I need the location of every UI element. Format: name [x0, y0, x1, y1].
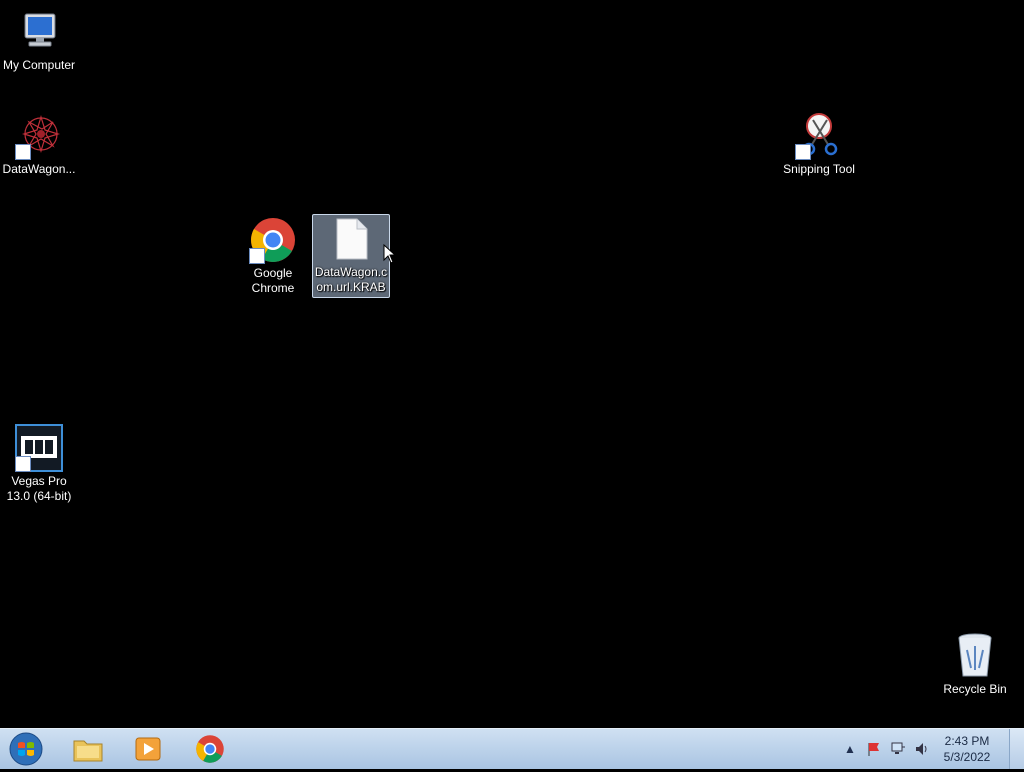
- desktop-icon-label: Snipping Tool: [783, 162, 855, 176]
- clock[interactable]: 2:43 PM 5/3/2022: [934, 733, 1000, 765]
- datawagon-icon: [15, 112, 63, 160]
- network-icon[interactable]: [889, 740, 907, 758]
- desktop-icon-label: Google Chrome: [251, 266, 295, 295]
- scissors-icon: [795, 112, 843, 160]
- desktop-icon-label: DataWagon...: [2, 162, 76, 176]
- system-tray: ▲ 2:43 PM 5/3/2022: [838, 733, 1000, 765]
- action-center-flag-icon[interactable]: [865, 740, 883, 758]
- file-icon: [327, 215, 375, 263]
- desktop-icon-datawagon-file[interactable]: DataWagon.com.url.KRAB: [312, 214, 390, 298]
- clock-time: 2:43 PM: [944, 734, 990, 748]
- desktop-icon-my-computer[interactable]: My Computer: [0, 8, 78, 73]
- media-player-icon: [135, 737, 161, 761]
- desktop-icon-vegas-pro[interactable]: Vegas Pro 13.0 (64-bit): [0, 424, 78, 504]
- shortcut-arrow-icon: [795, 144, 811, 160]
- taskbar-windows-explorer[interactable]: [58, 731, 118, 767]
- show-desktop-button[interactable]: [1009, 729, 1024, 769]
- chrome-icon: [249, 216, 297, 264]
- chrome-icon: [196, 735, 224, 763]
- start-button[interactable]: [6, 731, 46, 767]
- computer-icon: [15, 8, 63, 56]
- desktop-icon-google-chrome[interactable]: Google Chrome: [234, 216, 312, 296]
- volume-icon[interactable]: [913, 740, 931, 758]
- chevron-up-icon[interactable]: ▲: [841, 740, 859, 758]
- desktop-icon-label: DataWagon.com.url.KRAB: [314, 265, 388, 294]
- recycle-bin-icon: [951, 632, 999, 680]
- desktop-icon-recycle-bin[interactable]: Recycle Bin: [936, 632, 1014, 697]
- desktop-icon-snipping-tool[interactable]: Snipping Tool: [780, 112, 858, 177]
- mouse-cursor-icon: [383, 244, 397, 264]
- desktop: My Computer DataWagon... Snipping Tool G…: [0, 0, 1024, 728]
- shortcut-arrow-icon: [15, 456, 31, 472]
- taskbar-google-chrome[interactable]: [180, 731, 240, 767]
- shortcut-arrow-icon: [249, 248, 265, 264]
- taskbar-media-player[interactable]: [118, 731, 178, 767]
- desktop-icon-label: My Computer: [2, 58, 76, 72]
- clock-date: 5/3/2022: [943, 750, 991, 764]
- desktop-icon-datawagon[interactable]: DataWagon...: [0, 112, 78, 177]
- desktop-icon-label: Recycle Bin: [943, 682, 1007, 696]
- film-icon: [15, 424, 63, 472]
- folder-icon: [73, 740, 103, 762]
- shortcut-arrow-icon: [15, 144, 31, 160]
- taskbar: ▲ 2:43 PM 5/3/2022: [0, 728, 1024, 769]
- desktop-icon-label: Vegas Pro 13.0 (64-bit): [6, 474, 72, 503]
